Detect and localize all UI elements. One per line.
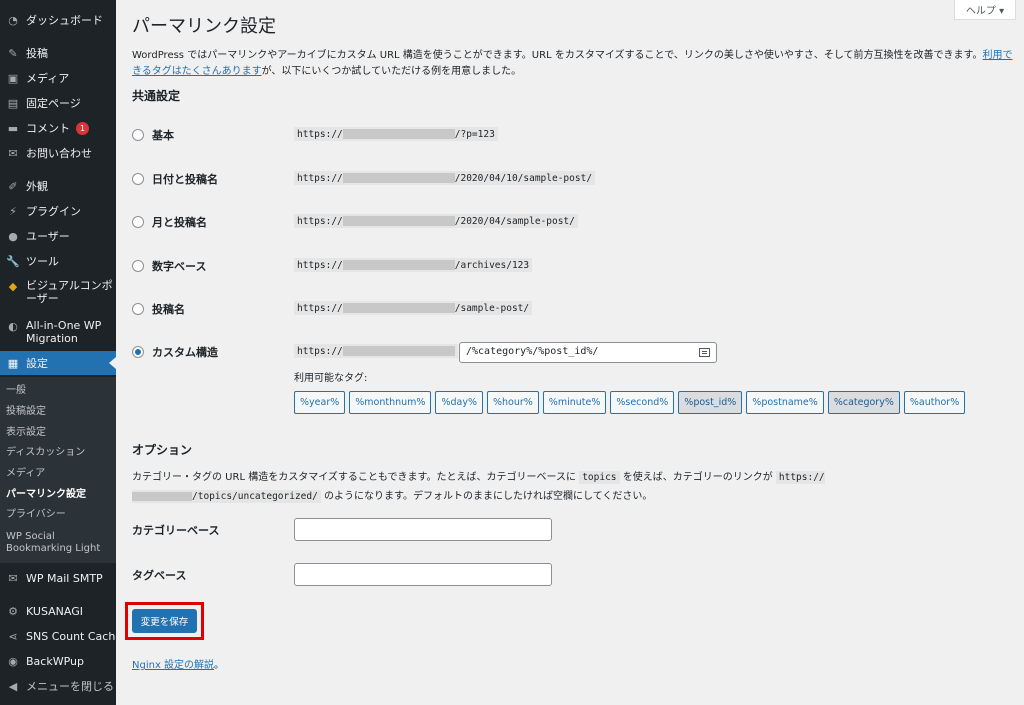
option-day-and-name[interactable]: 日付と投稿名 xyxy=(132,171,218,187)
brush-icon: ✐ xyxy=(8,179,18,193)
collapse-icon: ◀ xyxy=(8,679,18,693)
menu-media[interactable]: ▣ メディア xyxy=(0,66,116,90)
option-numeric[interactable]: 数字ベース xyxy=(132,258,206,274)
settings-icon: ▦ xyxy=(7,356,19,370)
mail-icon: ✉ xyxy=(8,146,18,160)
option-month-and-name[interactable]: 月と投稿名 xyxy=(132,214,207,230)
common-settings-heading: 共通設定 xyxy=(132,89,181,103)
custom-structure-prefix: https:// xyxy=(294,344,458,358)
radio-post-name[interactable] xyxy=(132,303,144,315)
admin-sidebar: ◔ ダッシュボード ✎ 投稿 ▣ メディア ▤ 固定ページ ▬ コメント 1 ✉ お問い合わせ… xyxy=(0,0,122,705)
tag-year-button[interactable]: %year% xyxy=(294,391,346,414)
menu-tools[interactable]: 🔧 ツール xyxy=(0,249,116,273)
tag-hour-button[interactable]: %hour% xyxy=(486,391,539,414)
menu-plugins[interactable]: ⚡ プラグイン xyxy=(0,199,116,223)
menu-appearance[interactable]: ✐ 外観 xyxy=(0,174,116,198)
nginx-guide-link[interactable]: Nginx 設定の解説 xyxy=(132,660,214,671)
backup-icon: ◉ xyxy=(8,654,18,668)
custom-structure-input[interactable]: /%category%/%post_id%/ xyxy=(459,342,717,363)
radio-month-and-name[interactable] xyxy=(132,216,144,228)
main-content: ヘルプ ▾ パーマリンク設定 WordPress ではパーマリンクやアーカイブに… xyxy=(116,0,1024,705)
submenu-wp-social-bookmarking[interactable]: WP Social Bookmarking Light xyxy=(6,531,106,555)
pin-icon: ✎ xyxy=(8,46,18,60)
nginx-guide: Nginx 設定の解説。 xyxy=(132,660,225,671)
example-url-plain: https:///?p=123 xyxy=(294,127,498,141)
submenu-writing[interactable]: 投稿設定 xyxy=(6,406,46,418)
example-url-numeric: https:///archives/123 xyxy=(294,258,533,272)
page-title: パーマリンク設定 xyxy=(132,16,276,37)
available-tags-label: 利用可能なタグ: xyxy=(294,373,368,384)
example-url-day-and-name: https:///2020/04/10/sample-post/ xyxy=(294,171,596,185)
tag-author-button[interactable]: %author% xyxy=(903,391,966,414)
comment-icon: ▬ xyxy=(7,121,19,135)
tag-base-input[interactable] xyxy=(294,563,552,586)
example-url-month-and-name: https:///2020/04/sample-post/ xyxy=(294,214,578,228)
radio-day-and-name[interactable] xyxy=(132,173,144,185)
page-icon: ▤ xyxy=(7,96,19,110)
menu-comments[interactable]: ▬ コメント 1 xyxy=(0,116,116,140)
menu-backwpup[interactable]: ◉ BackWPup xyxy=(0,649,116,673)
category-base-input[interactable] xyxy=(294,518,552,541)
menu-collapse[interactable]: ◀ メニューを閉じる xyxy=(0,674,116,698)
menu-pages[interactable]: ▤ 固定ページ xyxy=(0,91,116,115)
tag-category-button[interactable]: %category% xyxy=(827,391,900,414)
gear-icon: ⚙ xyxy=(8,604,18,618)
category-base-label: カテゴリーベース xyxy=(132,524,220,537)
submenu-discussion[interactable]: ディスカッション xyxy=(6,447,85,459)
radio-custom-structure[interactable] xyxy=(132,346,144,358)
tag-postname-button[interactable]: %postname% xyxy=(746,391,824,414)
menu-posts[interactable]: ✎ 投稿 xyxy=(0,41,116,65)
media-icon: ▣ xyxy=(7,71,19,85)
option-post-name[interactable]: 投稿名 xyxy=(132,301,185,317)
menu-settings[interactable]: ▦ 設定 xyxy=(0,351,116,375)
envelope-icon: ✉ xyxy=(8,571,18,585)
tag-second-button[interactable]: %second% xyxy=(610,391,675,414)
options-heading: オプション xyxy=(132,443,193,457)
tag-monthnum-button[interactable]: %monthnum% xyxy=(349,391,432,414)
option-plain[interactable]: 基本 xyxy=(132,127,174,143)
help-tab-button[interactable]: ヘルプ ▾ xyxy=(954,0,1016,20)
menu-wp-mail-smtp[interactable]: ✉ WP Mail SMTP xyxy=(0,566,116,590)
menu-aio-migration[interactable]: ◐ All-in-One WP Migration xyxy=(0,317,116,347)
share-icon: ⋖ xyxy=(8,629,18,643)
tag-minute-button[interactable]: %minute% xyxy=(542,391,607,414)
dashboard-icon: ◔ xyxy=(8,13,18,27)
submenu-privacy[interactable]: プライバシー xyxy=(6,509,66,521)
submenu-permalinks[interactable]: パーマリンク設定 xyxy=(6,489,86,501)
tag-base-label: タグベース xyxy=(132,569,187,582)
tag-day-button[interactable]: %day% xyxy=(435,391,483,414)
visual-composer-icon: ◆ xyxy=(8,279,18,293)
example-url-post-name: https:///sample-post/ xyxy=(294,301,533,315)
radio-plain[interactable] xyxy=(132,129,144,141)
submenu-media[interactable]: メディア xyxy=(6,468,45,480)
menu-dashboard[interactable]: ◔ ダッシュボード xyxy=(0,8,116,32)
user-icon: ● xyxy=(8,229,18,243)
submenu-general[interactable]: 一般 xyxy=(6,385,26,397)
radio-numeric[interactable] xyxy=(132,260,144,272)
menu-visual-composer[interactable]: ◆ ビジュアルコンポーザー xyxy=(0,277,116,307)
settings-submenu: 一般 投稿設定 表示設定 ディスカッション メディア パーマリンク設定 プライバ… xyxy=(0,377,116,563)
migration-icon: ◐ xyxy=(8,319,18,333)
tag-post-id-button[interactable]: %post_id% xyxy=(678,391,743,414)
plugin-icon: ⚡ xyxy=(9,204,17,218)
options-description: カテゴリー・タグの URL 構造をカスタマイズすることもできます。たとえば、カテ… xyxy=(132,471,825,503)
input-helper-icon xyxy=(699,348,710,357)
option-custom-structure[interactable]: カスタム構造 xyxy=(132,344,218,360)
wrench-icon: 🔧 xyxy=(6,254,20,268)
available-tags: %year% %monthnum% %day% %hour% %minute% … xyxy=(294,391,966,414)
comment-count-badge: 1 xyxy=(76,121,89,135)
menu-users[interactable]: ● ユーザー xyxy=(0,224,116,248)
menu-kusanagi[interactable]: ⚙ KUSANAGI xyxy=(0,599,116,623)
menu-sns-count-cache[interactable]: ⋖ SNS Count Cache xyxy=(0,624,122,648)
menu-contact[interactable]: ✉ お問い合わせ xyxy=(0,141,116,165)
intro-text: WordPress ではパーマリンクやアーカイブにカスタム URL 構造を使うこ… xyxy=(132,50,1013,77)
submenu-reading[interactable]: 表示設定 xyxy=(6,427,46,439)
save-button[interactable]: 変更を保存 xyxy=(132,609,197,633)
